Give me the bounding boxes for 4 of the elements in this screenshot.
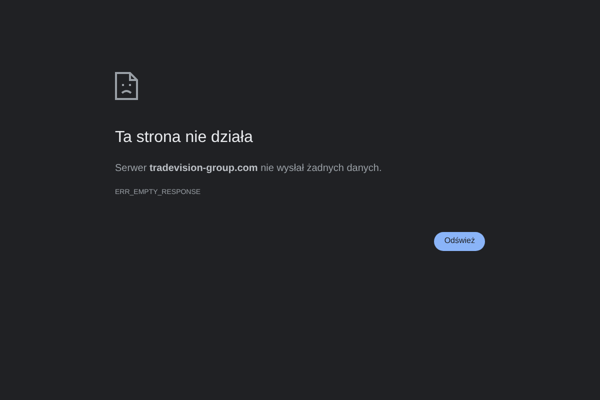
reload-button[interactable]: Odśwież: [434, 232, 485, 250]
sad-page-icon: [115, 72, 138, 100]
error-message: Serwer tradevision-group.com nie wysłał żadnych danych.: [115, 162, 383, 176]
error-title: Ta strona nie działa: [115, 128, 254, 148]
